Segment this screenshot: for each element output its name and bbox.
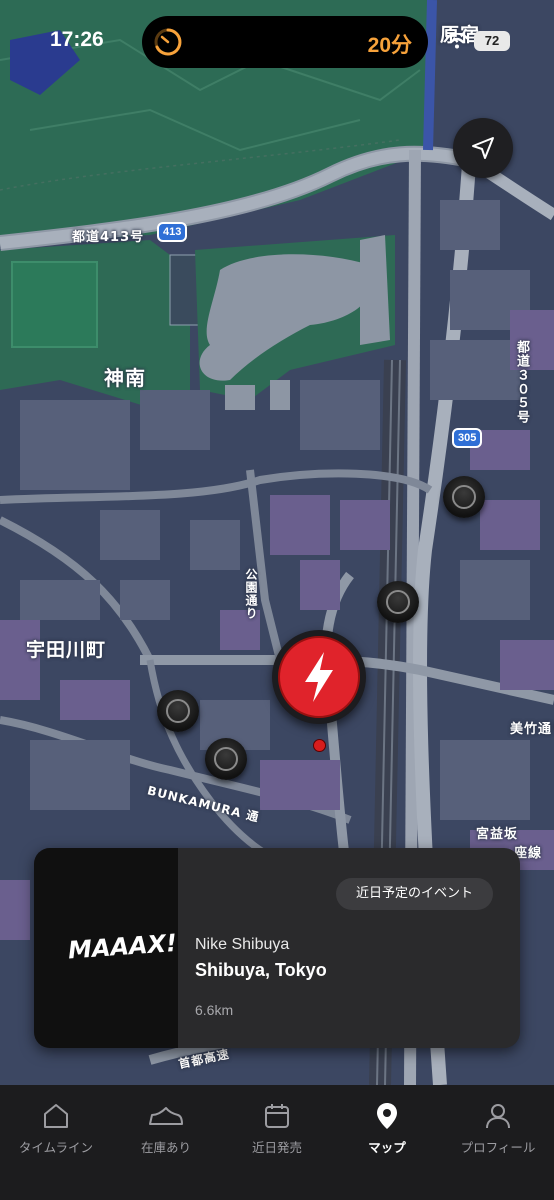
- timer-ring-icon: [154, 28, 182, 56]
- tab-label: 在庫あり: [140, 1140, 191, 1155]
- map-label-udagawa: 宇田川町: [26, 639, 107, 661]
- store-marker[interactable]: [377, 581, 419, 623]
- store-location: Shibuya, Tokyo: [195, 960, 327, 980]
- wifi-icon: [446, 33, 468, 49]
- home-icon: [44, 1104, 68, 1128]
- tab-in-stock[interactable]: 在庫あり: [111, 1101, 221, 1156]
- upcoming-event-badge: 近日予定のイベント: [336, 878, 494, 910]
- tab-label: プロフィール: [460, 1140, 536, 1155]
- tab-label: マップ: [368, 1140, 406, 1155]
- tab-bar: タイムライン 在庫あり 近日発売 マップ プロフィール: [0, 1085, 554, 1200]
- map-pin-icon: [377, 1103, 397, 1129]
- map-label-route413: 都道413号: [72, 230, 145, 245]
- map-label-route305: 都道３０５号: [514, 340, 529, 424]
- status-time: 17:26: [50, 28, 104, 51]
- svg-text:MAAAX!!!: MAAAX!!!: [67, 927, 178, 964]
- store-distance: 6.6km: [195, 1002, 234, 1018]
- maaax-logo: MAAAX!!!: [67, 927, 178, 964]
- map-label-koen-dori: 公園通り: [244, 568, 258, 620]
- locate-me-button[interactable]: [453, 118, 513, 178]
- route413-shield: 413: [157, 222, 188, 242]
- tab-map[interactable]: マップ: [332, 1101, 442, 1156]
- selected-event-pin[interactable]: [272, 630, 366, 724]
- tab-label: タイムライン: [18, 1140, 94, 1155]
- tab-label: 近日発売: [251, 1140, 302, 1155]
- store-marker[interactable]: [157, 690, 199, 732]
- tab-timeline[interactable]: タイムライン: [1, 1101, 111, 1156]
- event-thumbnail: MAAAX!!!: [34, 848, 178, 1048]
- store-marker[interactable]: [205, 738, 247, 780]
- event-card[interactable]: MAAAX!!! 近日予定のイベント Nike Shibuya Shibuya,…: [34, 848, 520, 1048]
- tab-upcoming[interactable]: 近日発売: [222, 1101, 332, 1156]
- island-timer-text: 20分: [367, 34, 412, 57]
- store-marker[interactable]: [443, 476, 485, 518]
- dynamic-island[interactable]: 20分: [142, 16, 428, 68]
- map-label-miyamasuzaka: 宮益坂: [476, 827, 519, 842]
- tab-profile[interactable]: プロフィール: [443, 1101, 553, 1156]
- lightning-bolt-icon: [278, 636, 360, 718]
- route305-shield: 305: [452, 428, 483, 448]
- map-label-jinnan: 神南: [104, 366, 146, 390]
- battery-indicator: 72: [474, 31, 510, 51]
- sneaker-icon: [149, 1107, 183, 1125]
- store-name: Nike Shibuya: [195, 936, 290, 953]
- person-icon: [486, 1104, 510, 1129]
- map-label-meiji-dori: 美竹通り: [510, 722, 554, 737]
- calendar-icon: [265, 1104, 289, 1128]
- navigation-arrow-icon: [472, 137, 494, 159]
- pin-location-dot: [313, 739, 326, 752]
